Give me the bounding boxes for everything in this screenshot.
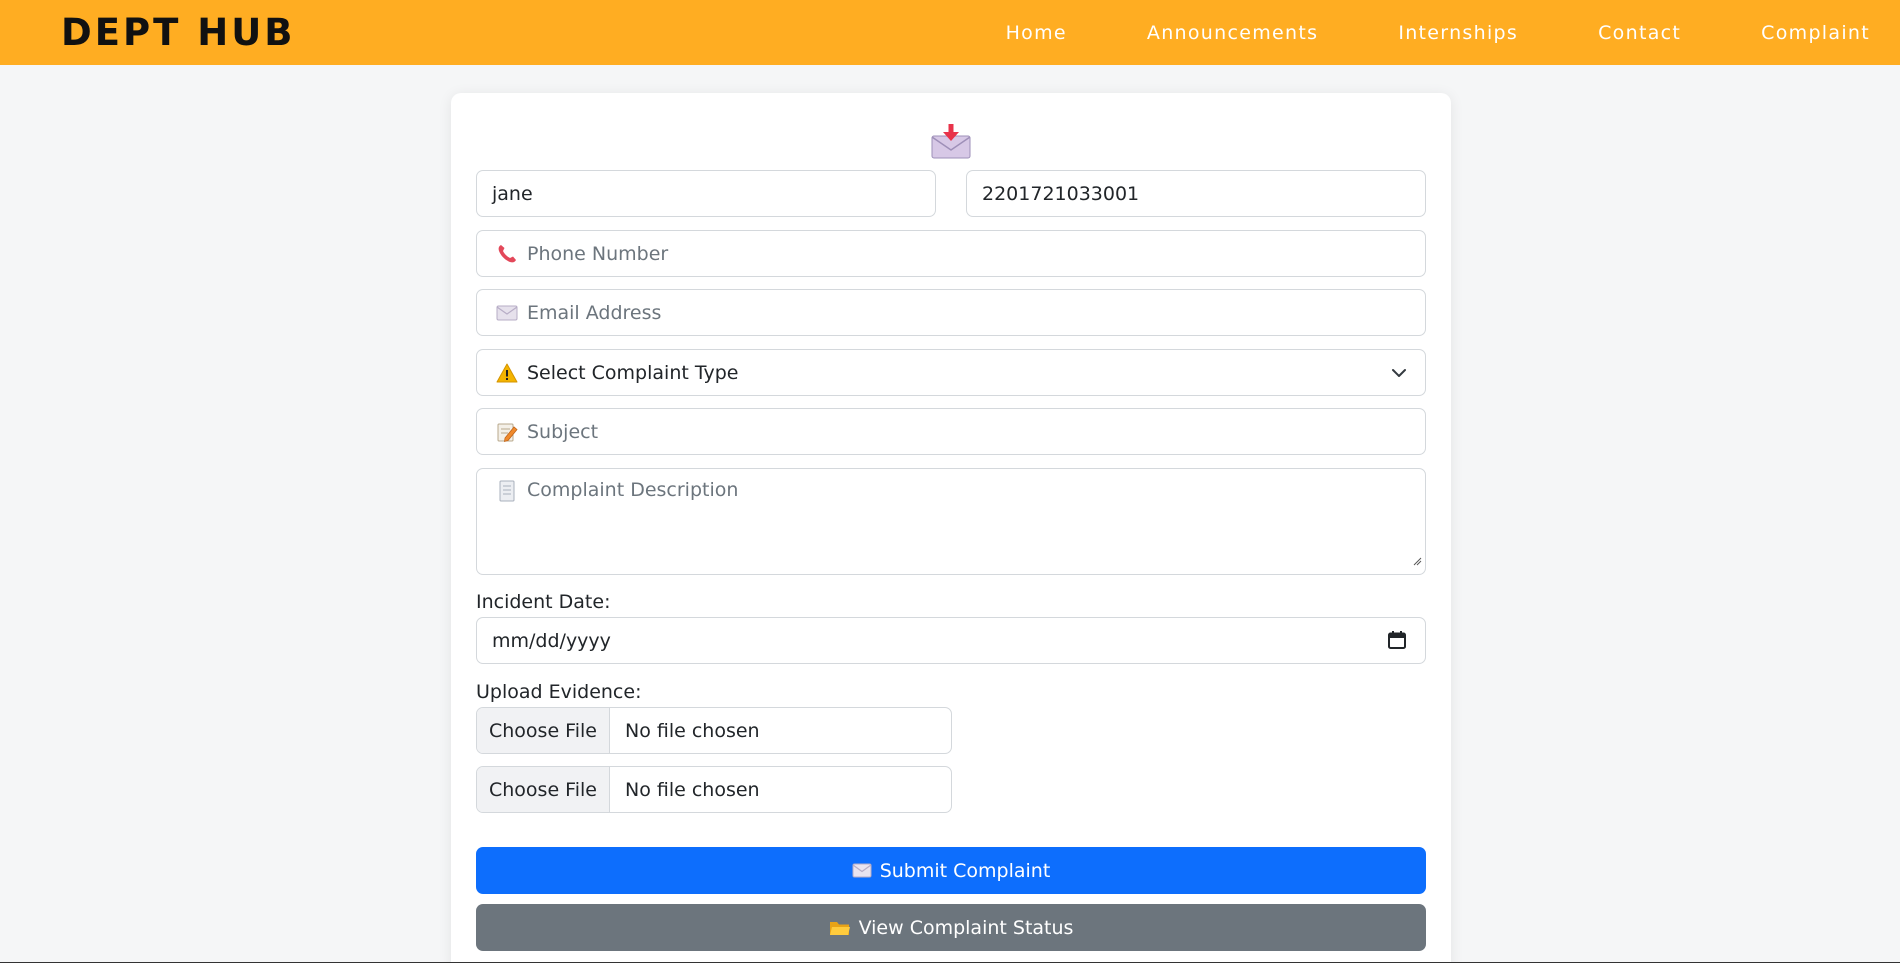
evidence-file-input-2[interactable]: Choose File No file chosen	[476, 766, 952, 813]
choose-file-button-1[interactable]: Choose File	[477, 708, 610, 753]
evidence-file-input-1[interactable]: Choose File No file chosen	[476, 707, 952, 754]
telephone-icon	[495, 242, 519, 266]
resize-handle-icon[interactable]	[1412, 549, 1422, 571]
complaint-form-card: jane 2201721033001 Phone Number Email Ad…	[451, 93, 1451, 963]
nav-links: Home Announcements Internships Contact C…	[1006, 22, 1870, 44]
nav-link-home[interactable]: Home	[1006, 22, 1067, 44]
nav-link-internships[interactable]: Internships	[1398, 22, 1518, 44]
email-input[interactable]: Email Address	[476, 289, 1426, 336]
nav-link-announcements[interactable]: Announcements	[1147, 22, 1318, 44]
phone-placeholder: Phone Number	[527, 242, 669, 265]
view-complaint-status-button[interactable]: View Complaint Status	[476, 904, 1426, 951]
envelope-icon	[495, 301, 519, 325]
email-placeholder: Email Address	[527, 301, 662, 324]
submit-complaint-label: Submit Complaint	[879, 859, 1051, 882]
brand-logo[interactable]: DEPT HUB	[61, 11, 295, 54]
incident-date-value: mm/dd/yyyy	[492, 629, 611, 652]
file-status-1: No file chosen	[625, 719, 760, 742]
warning-icon	[495, 361, 519, 385]
envelope-icon	[852, 863, 872, 878]
roll-number-input[interactable]: 2201721033001	[966, 170, 1426, 217]
incoming-envelope-icon	[931, 124, 971, 160]
complaint-description-textarea[interactable]: Complaint Description	[476, 468, 1426, 575]
chevron-down-icon	[1391, 364, 1407, 386]
nav-link-complaint[interactable]: Complaint	[1761, 22, 1870, 44]
subject-placeholder: Subject	[527, 420, 599, 443]
calendar-icon[interactable]	[1387, 630, 1407, 655]
upload-evidence-label: Upload Evidence:	[476, 681, 642, 703]
name-input[interactable]: jane	[476, 170, 936, 217]
incident-date-input[interactable]: mm/dd/yyyy	[476, 617, 1426, 664]
submit-complaint-button[interactable]: Submit Complaint	[476, 847, 1426, 894]
phone-input[interactable]: Phone Number	[476, 230, 1426, 277]
complaint-type-value: Select Complaint Type	[527, 361, 739, 384]
top-navbar: DEPT HUB Home Announcements Internships …	[0, 0, 1900, 65]
page-icon	[495, 479, 519, 503]
memo-icon	[495, 420, 519, 444]
file-status-2: No file chosen	[625, 778, 760, 801]
name-value: jane	[492, 182, 533, 205]
complaint-type-select[interactable]: Select Complaint Type	[476, 349, 1426, 396]
view-status-label: View Complaint Status	[858, 916, 1074, 939]
subject-input[interactable]: Subject	[476, 408, 1426, 455]
description-placeholder: Complaint Description	[527, 479, 739, 501]
incident-date-label: Incident Date:	[476, 591, 611, 613]
folder-icon	[829, 919, 851, 937]
nav-link-contact[interactable]: Contact	[1598, 22, 1681, 44]
choose-file-button-2[interactable]: Choose File	[477, 767, 610, 812]
roll-number-value: 2201721033001	[982, 182, 1140, 205]
